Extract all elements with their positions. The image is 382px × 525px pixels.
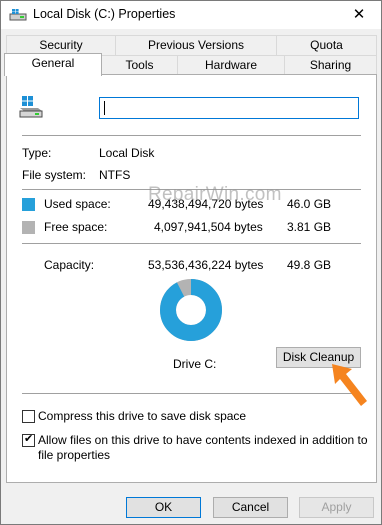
- watermark: RepairWin.com: [148, 184, 282, 205]
- separator: [22, 135, 361, 136]
- tab-hardware[interactable]: Hardware: [177, 55, 285, 75]
- index-label-line2: file properties: [38, 448, 111, 462]
- tab-label: Hardware: [204, 58, 258, 72]
- apply-label: Apply: [321, 500, 352, 514]
- used-space-swatch: [22, 198, 35, 211]
- drive-label: Drive C:: [173, 357, 217, 371]
- file-system-value: NTFS: [99, 168, 131, 182]
- capacity-size: 49.8 GB: [287, 258, 332, 272]
- free-space-size: 3.81 GB: [287, 220, 332, 234]
- drive-icon: [9, 9, 27, 21]
- capacity-label: Capacity:: [44, 258, 95, 272]
- ok-button[interactable]: OK: [126, 497, 201, 518]
- close-icon: ✕: [352, 6, 366, 23]
- compress-checkbox[interactable]: [22, 410, 35, 423]
- index-checkbox[interactable]: ✔: [22, 433, 35, 447]
- tab-label: Tools: [125, 58, 154, 72]
- separator: [22, 393, 361, 394]
- ok-label: OK: [154, 500, 173, 514]
- free-space-swatch: [22, 221, 35, 234]
- close-button[interactable]: ✕: [337, 1, 381, 29]
- drive-icon: [19, 96, 43, 118]
- apply-button[interactable]: Apply: [299, 497, 374, 518]
- text-caret: [104, 101, 105, 115]
- used-space-label: Used space:: [44, 197, 111, 211]
- file-system-label: File system:: [22, 168, 87, 182]
- compress-label: Compress this drive to save disk space: [38, 409, 247, 423]
- tab-tools[interactable]: Tools: [101, 55, 178, 75]
- type-value: Local Disk: [99, 146, 155, 160]
- tab-security[interactable]: Security: [6, 35, 116, 55]
- tab-general[interactable]: General: [4, 53, 102, 76]
- free-space-label: Free space:: [44, 220, 108, 234]
- properties-window: Local Disk (C:) Properties ✕ Security Pr…: [0, 0, 382, 525]
- tab-label: Previous Versions: [147, 38, 245, 52]
- used-space-ring: [160, 279, 222, 341]
- tab-previous-versions[interactable]: Previous Versions: [115, 35, 277, 55]
- window-title: Local Disk (C:) Properties: [33, 7, 176, 21]
- drive-name-input[interactable]: [99, 97, 359, 119]
- tab-label: Sharing: [309, 58, 352, 72]
- tab-quota[interactable]: Quota: [276, 35, 377, 55]
- capacity-bytes: 53,536,436,224 bytes: [148, 258, 264, 272]
- tab-label: Security: [39, 38, 83, 52]
- disk-usage-chart: [160, 279, 222, 341]
- check-icon: ✔: [24, 433, 34, 445]
- cancel-label: Cancel: [231, 500, 270, 514]
- general-tab-panel: Type: Local Disk File system: NTFS Used …: [6, 74, 377, 483]
- cancel-button[interactable]: Cancel: [213, 497, 288, 518]
- annotation-arrow-icon: [332, 364, 367, 406]
- tab-label: General: [31, 56, 75, 70]
- used-space-size: 46.0 GB: [287, 197, 332, 211]
- tab-sharing[interactable]: Sharing: [284, 55, 377, 75]
- index-label-line1: Allow files on this drive to have conten…: [38, 433, 368, 447]
- title-bar: Local Disk (C:) Properties ✕: [1, 1, 381, 29]
- type-label: Type:: [22, 146, 52, 160]
- separator: [22, 243, 361, 244]
- tab-label: Quota: [310, 38, 343, 52]
- free-space-bytes: 4,097,941,504 bytes: [154, 220, 263, 234]
